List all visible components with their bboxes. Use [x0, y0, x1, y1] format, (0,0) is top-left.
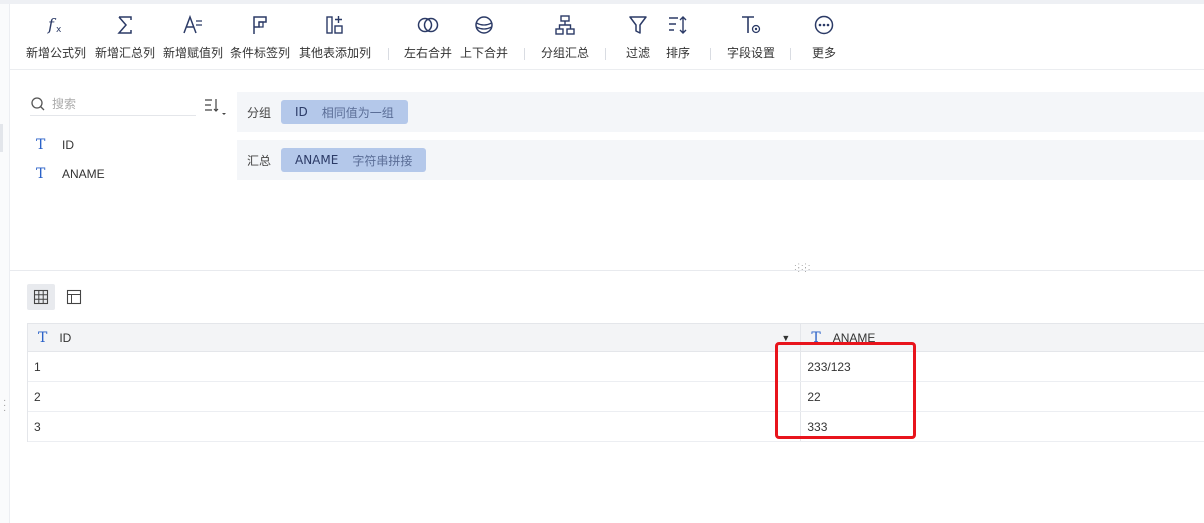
- filter-button[interactable]: 过滤: [625, 12, 651, 61]
- column-menu-caret-icon[interactable]: ▼: [781, 333, 790, 343]
- join-left-right-button[interactable]: 左右合并: [404, 12, 452, 61]
- layout-icon: [66, 289, 82, 305]
- toolbar-label: 排序: [665, 46, 690, 60]
- text-type-icon: T: [36, 165, 46, 182]
- layout-view-button[interactable]: [60, 284, 88, 310]
- more-icon: [811, 12, 837, 38]
- toolbar-separator: [388, 48, 389, 60]
- table-row[interactable]: 2 22: [28, 382, 1204, 412]
- union-top-bottom-button[interactable]: 上下合并: [460, 12, 508, 61]
- search-icon: [30, 96, 46, 112]
- column-header-label: ANAME: [832, 330, 876, 345]
- table-row[interactable]: 3 333: [28, 412, 1204, 442]
- group-summary-button[interactable]: 分组汇总: [541, 12, 589, 61]
- panel-splitter: [10, 270, 1204, 271]
- toolbar-label: 分组汇总: [541, 46, 590, 60]
- field-sort-dropdown[interactable]: [203, 96, 227, 116]
- table-cell: 233/123: [807, 359, 851, 374]
- more-button[interactable]: 更多: [811, 12, 837, 61]
- text-type-icon: T: [36, 136, 46, 153]
- toolbar-label: 新增赋值列: [163, 46, 224, 60]
- svg-text:x: x: [56, 25, 62, 35]
- field-item[interactable]: T ID: [36, 130, 216, 159]
- group-by-label: 分组: [246, 105, 271, 120]
- sort-button[interactable]: 排序: [665, 12, 691, 61]
- column-header-aname[interactable]: T ANAME: [801, 324, 1204, 351]
- sigma-icon: [112, 12, 138, 38]
- group-field-chip[interactable]: ID 相同值为一组: [281, 100, 408, 124]
- add-formula-column-button[interactable]: fx 新增公式列: [26, 12, 86, 61]
- toolbar-separator: [605, 48, 606, 60]
- add-assign-column-button[interactable]: 新增赋值列: [163, 12, 223, 61]
- field-name: ANAME: [62, 166, 105, 181]
- column-header-id[interactable]: T ID ▼: [28, 324, 802, 351]
- summary-label: 汇总: [246, 153, 271, 168]
- toolbar-label: 条件标签列: [230, 46, 291, 60]
- rail-tab[interactable]: [0, 124, 3, 152]
- chip-field: ID: [295, 105, 308, 119]
- assign-column-icon: [180, 12, 206, 38]
- toolbar-label: 新增公式列: [26, 46, 87, 60]
- field-settings-button[interactable]: 字段设置: [727, 12, 775, 61]
- add-column-from-other-table-button[interactable]: 其他表添加列: [299, 12, 371, 61]
- left-rail: · · ·: [0, 4, 10, 523]
- group-by-row: 分组 ID 相同值为一组: [237, 92, 1204, 132]
- table-cell: 2: [28, 382, 802, 411]
- add-from-table-icon: [322, 12, 348, 38]
- chip-mode: 字符串拼接: [352, 153, 413, 168]
- union-tb-icon: [471, 12, 497, 38]
- table-cell: 22: [807, 389, 821, 404]
- sort-list-icon: [205, 99, 226, 115]
- rail-drag-handle-icon[interactable]: · · ·: [3, 396, 9, 416]
- filter-icon: [625, 12, 651, 38]
- toolbar-label: 更多: [811, 46, 836, 60]
- toolbar-label: 字段设置: [727, 46, 776, 60]
- chip-mode: 相同值为一组: [321, 105, 394, 120]
- field-settings-icon: [738, 12, 764, 38]
- column-header-label: ID: [59, 330, 72, 345]
- table-cell: 1: [28, 352, 802, 381]
- toolbar: fx 新增公式列 新增汇总列 新增赋值列 条件标签列 其他表添加列 左右合并 上…: [10, 4, 1204, 70]
- add-summary-column-button[interactable]: 新增汇总列: [95, 12, 155, 61]
- toolbar-label: 过滤: [625, 46, 650, 60]
- chip-field: ANAME: [295, 153, 339, 167]
- data-table: T ID ▼ T ANAME 1 233/123 2 22 3 333: [27, 323, 1204, 442]
- toolbar-label: 其他表添加列: [299, 46, 372, 60]
- toolbar-separator: [710, 48, 711, 60]
- group-summary-icon: [552, 12, 578, 38]
- condition-flag-icon: [247, 12, 273, 38]
- summary-field-chip[interactable]: ANAME 字符串拼接: [281, 148, 427, 172]
- table-cell: 3: [28, 412, 802, 441]
- toolbar-label: 上下合并: [460, 46, 509, 60]
- table-cell: 333: [807, 419, 828, 434]
- field-search: [30, 92, 196, 116]
- grid-icon: [33, 289, 49, 305]
- splitter-drag-handle-icon[interactable]: ·:·:· ·:·:·: [794, 262, 810, 274]
- toolbar-label: 左右合并: [404, 46, 453, 60]
- field-list: T ID T ANAME: [36, 130, 216, 188]
- toolbar-separator: [524, 48, 525, 60]
- text-type-icon: T: [38, 329, 48, 346]
- table-header-row: T ID ▼ T ANAME: [28, 323, 1204, 352]
- summary-row: 汇总 ANAME 字符串拼接: [237, 140, 1204, 180]
- table-row[interactable]: 1 233/123: [28, 352, 1204, 382]
- condition-tag-column-button[interactable]: 条件标签列: [230, 12, 290, 61]
- field-name: ID: [62, 137, 74, 152]
- grid-view-button[interactable]: [27, 284, 55, 310]
- field-item[interactable]: T ANAME: [36, 159, 216, 188]
- search-input[interactable]: [52, 96, 182, 111]
- fx-icon: fx: [43, 12, 69, 38]
- toolbar-label: 新增汇总列: [95, 46, 156, 60]
- join-lr-icon: [415, 12, 441, 38]
- text-type-icon: T: [811, 329, 821, 346]
- sort-icon: [665, 12, 691, 38]
- toolbar-separator: [790, 48, 791, 60]
